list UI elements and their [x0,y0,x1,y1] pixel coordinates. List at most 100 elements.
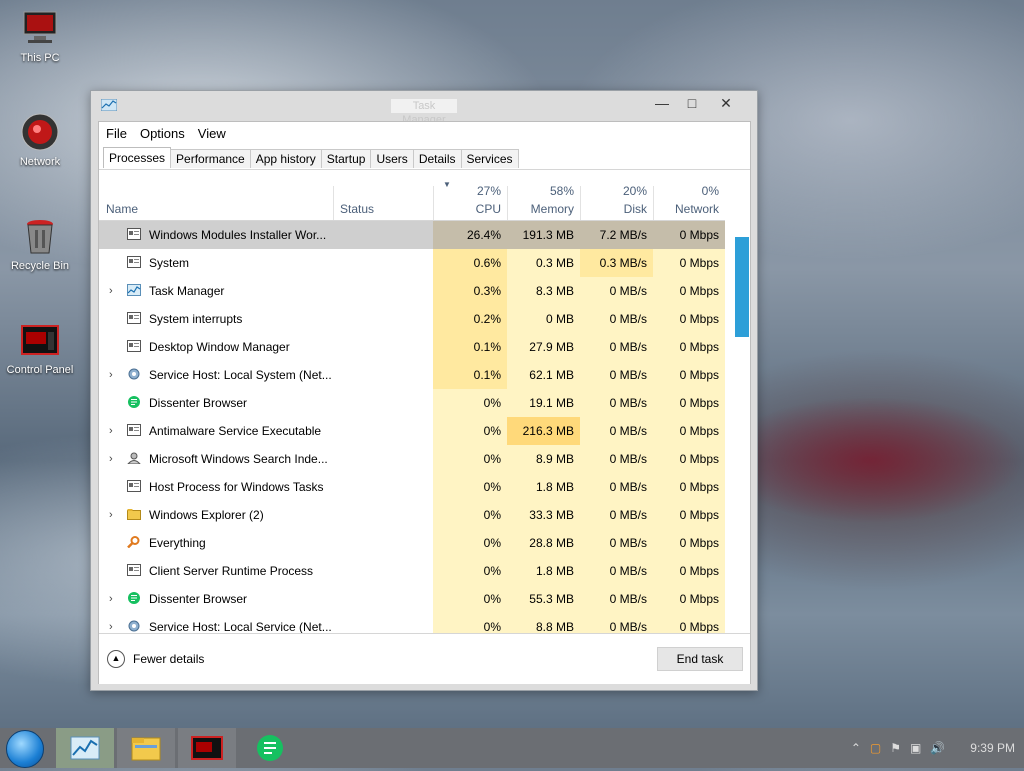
process-row[interactable]: Client Server Runtime Process 0% 1.8 MB 0 M… [99,557,725,585]
process-memory: 19.1 MB [507,389,580,417]
process-memory: 27.9 MB [507,333,580,361]
tray-app-icon[interactable]: ▢ [870,741,881,755]
process-row[interactable]: System interrupts 0.2% 0 MB 0 MB/s 0 Mbps [99,305,725,333]
fewer-details-button[interactable]: ▲ Fewer details [107,650,204,668]
process-network: 0 Mbps [653,445,725,473]
process-row[interactable]: › Service Host: Local System (Net... 0.1% 6… [99,361,725,389]
taskbar-control-panel[interactable] [178,728,236,768]
close-button[interactable]: ✕ [711,94,741,112]
process-row[interactable]: › Windows Explorer (2) 0% 33.3 MB 0 MB/s 0 Mb… [99,501,725,529]
process-row[interactable]: Everything 0% 28.8 MB 0 MB/s 0 Mbps [99,529,725,557]
expand-chevron-icon[interactable]: › [109,277,113,305]
service-window-icon [127,312,141,324]
process-row[interactable]: › Antimalware Service Executable 0% 216.3 M… [99,417,725,445]
process-disk: 0 MB/s [580,305,653,333]
desktop-icon-control-panel[interactable]: Control Panel [0,320,80,376]
volume-icon[interactable]: 🔊 [930,741,945,755]
disk-total: 20% [622,184,647,198]
start-button[interactable] [6,730,44,768]
tab-performance[interactable]: Performance [170,149,251,168]
clock[interactable]: 9:39 PM [970,741,1015,755]
maximize-button[interactable]: □ [677,94,707,112]
fewer-details-label: Fewer details [133,652,205,666]
process-disk: 0 MB/s [580,473,653,501]
process-network: 0 Mbps [653,585,725,613]
taskbar-dissenter[interactable] [239,728,297,768]
process-name: System interrupts [149,312,243,326]
process-row[interactable]: › Microsoft Windows Search Inde... 0% 8.9 M… [99,445,725,473]
search-user-icon [127,452,141,464]
vertical-scrollbar[interactable] [735,222,749,634]
process-row[interactable]: System 0.6% 0.3 MB 0.3 MB/s 0 Mbps [99,249,725,277]
process-disk: 0 MB/s [580,585,653,613]
process-disk: 0 MB/s [580,361,653,389]
recycle-bin-icon [20,216,60,256]
dissenter-icon [128,592,140,604]
process-row[interactable]: › Task Manager 0.3% 8.3 MB 0 MB/s 0 Mbps [99,277,725,305]
chevron-up-icon[interactable]: ⌃ [851,741,861,755]
expand-chevron-icon[interactable]: › [109,417,113,445]
process-disk: 0 MB/s [580,529,653,557]
column-memory[interactable]: 58% Memory [507,174,580,220]
process-cpu: 0% [433,585,507,613]
tab-startup[interactable]: Startup [320,149,372,168]
taskbar-task-manager[interactable] [56,728,114,768]
process-disk: 0 MB/s [580,501,653,529]
column-cpu[interactable]: 27% CPU [433,174,507,220]
expand-chevron-icon[interactable]: › [109,501,113,529]
expand-chevron-icon[interactable]: › [109,361,113,389]
end-task-button[interactable]: End task [657,647,743,671]
column-status[interactable]: Status [333,174,433,220]
process-row[interactable]: › Dissenter Browser 0% 55.3 MB 0 MB/s 0 Mbps [99,585,725,613]
process-memory: 191.3 MB [507,221,580,249]
desktop-icon-network[interactable]: Network [0,112,80,168]
process-name: Client Server Runtime Process [149,564,314,578]
process-row[interactable]: Desktop Window Manager 0.1% 27.9 MB 0 MB/s 0… [99,333,725,361]
column-name-label: Name [106,202,139,216]
scrollbar-thumb[interactable] [735,237,749,337]
process-cpu: 0% [433,557,507,585]
service-window-icon [127,340,141,352]
expand-chevron-icon[interactable]: › [109,585,113,613]
taskbar-file-explorer[interactable] [117,728,175,768]
process-cpu: 0.1% [433,361,507,389]
control-panel-icon [20,320,60,360]
process-network: 0 Mbps [653,333,725,361]
process-row[interactable]: Dissenter Browser 0% 19.1 MB 0 MB/s 0 Mbps [99,389,725,417]
expand-chevron-icon[interactable]: › [109,613,113,633]
desktop-icon-label: Control Panel [6,364,74,376]
network-total: 0% [701,184,719,198]
service-window-icon [127,480,141,492]
column-status-label: Status [340,202,375,216]
process-network: 0 Mbps [653,613,725,633]
process-row[interactable]: Host Process for Windows Tasks 0% 1.8 MB 0 … [99,473,725,501]
process-row[interactable]: › Service Host: Local Service (Net... 0% 8.… [99,613,725,633]
file-explorer-icon [131,737,161,761]
minimize-button[interactable]: — [647,94,677,112]
desktop-icon-this-pc[interactable]: This PC [0,8,80,64]
task-manager-window: Task Manager — □ ✕ File Options View Pro… [90,90,758,691]
flag-icon[interactable]: ⚑ [890,741,901,755]
desktop-icon-recycle-bin[interactable]: Recycle Bin [0,216,80,272]
process-cpu: 0% [433,613,507,633]
expand-chevron-icon[interactable]: › [109,445,113,473]
tab-app-history[interactable]: App history [249,149,322,168]
menu-view[interactable]: View [198,126,226,141]
title-bar[interactable]: Task Manager — □ ✕ [91,91,757,126]
menu-options[interactable]: Options [140,126,185,141]
tab-services[interactable]: Services [460,149,519,168]
column-disk[interactable]: 20% Disk [580,174,653,220]
menu-file[interactable]: File [106,126,127,141]
network-tray-icon[interactable]: ▣ [910,741,921,755]
tab-users[interactable]: Users [370,149,414,168]
process-network: 0 Mbps [653,417,725,445]
column-name[interactable]: Name [99,174,333,220]
tab-details[interactable]: Details [412,149,462,168]
column-network[interactable]: 0% Network [653,174,725,220]
folder-icon [127,509,141,520]
process-network: 0 Mbps [653,221,725,249]
process-row[interactable]: Windows Modules Installer Wor... 26.4% 191… [99,221,725,249]
process-name: Everything [149,536,206,550]
process-name: System [149,256,190,270]
tab-processes[interactable]: Processes [103,147,172,168]
